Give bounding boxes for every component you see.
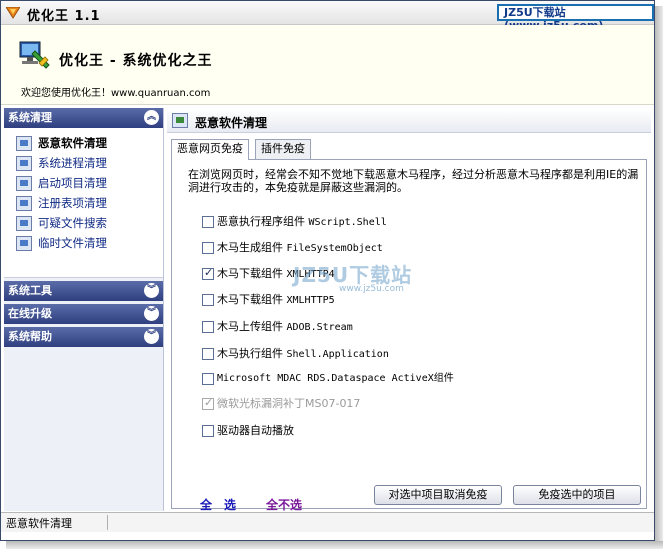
option-code: XMLHTTP5 [286, 295, 335, 306]
sidebar-section-label: 系统工具 [8, 284, 52, 297]
option-code: WScript.Shell [308, 217, 387, 228]
collapse-up-icon[interactable]: ︽ [144, 110, 159, 125]
expand-down-icon[interactable]: ︾ [144, 329, 159, 344]
sidebar-section-tools[interactable]: 系统工具 ︾ [4, 281, 163, 301]
sidebar-item-label: 临时文件清理 [38, 236, 107, 250]
sidebar-section-clean[interactable]: 系统清理 ︽ [4, 108, 163, 128]
app-window: 优化王 1.1 JZ5U下载站(www.jz5u.com) 优化王 - 系统优化… [0, 0, 655, 541]
sidebar-clean-items: 恶意软件清理 系统进程清理 启动项目清理 注册表项清理 可疑文件搜索 临时文件清… [4, 128, 163, 278]
option-label: 木马下载组件 [217, 267, 283, 280]
checkbox-checked-disabled [202, 396, 214, 410]
expand-down-icon[interactable]: ︾ [144, 283, 159, 298]
tab-plugin-immune[interactable]: 插件免疫 [255, 139, 311, 159]
select-all-link[interactable]: 全 选 [200, 496, 236, 513]
option-label: 微软光标漏洞补丁MS07-017 [217, 397, 361, 410]
option-code: FileSystemObject [286, 243, 383, 254]
checkbox[interactable] [202, 348, 214, 360]
sidebar-section-label: 系统帮助 [8, 330, 52, 343]
sidebar-item-startup-clean[interactable]: 启动项目清理 [16, 174, 163, 194]
tab-panel-web-immune: 在浏览网页时，经常会不知不觉地下载恶意木马程序，经过分析恶意木马程序都是利用IE… [171, 159, 647, 512]
checkbox[interactable] [202, 373, 214, 385]
overlay-watermark-url: www.jz5u.com [339, 284, 404, 294]
status-text: 恶意软件清理 [6, 517, 72, 530]
status-separator [107, 515, 108, 530]
sidebar-section-label: 系统清理 [8, 111, 52, 124]
select-none-link[interactable]: 全不选 [266, 496, 302, 513]
registry-clean-icon [16, 196, 32, 211]
expand-down-icon[interactable]: ︾ [144, 306, 159, 321]
main-content: 恶意软件清理 恶意网页免疫 插件免疫 在浏览网页时，经常会不知不觉地下载恶意木马… [167, 109, 651, 512]
option-label: 木马下载组件 [217, 293, 283, 306]
option-label: Microsoft MDAC RDS.Dataspace ActiveX组件 [217, 373, 454, 384]
temp-clean-icon [16, 236, 32, 251]
checkbox[interactable] [202, 294, 214, 306]
status-bar: 恶意软件清理 [1, 512, 654, 532]
app-header: 优化王 - 系统优化之王 欢迎您使用优化王！www.quanruan.com [1, 25, 654, 105]
title-bar[interactable]: 优化王 1.1 JZ5U下载站(www.jz5u.com) [1, 1, 654, 32]
process-clean-icon [16, 156, 32, 171]
option-label: 木马上传组件 [217, 320, 283, 333]
option-code: Shell.Application [286, 349, 389, 360]
app-small-logo-icon[interactable] [6, 7, 20, 19]
sidebar-item-process-clean[interactable]: 系统进程清理 [16, 154, 163, 174]
file-search-icon [16, 216, 32, 231]
window-shadow-right [655, 6, 663, 549]
option-label: 恶意执行程序组件 [217, 215, 305, 228]
option-label: 木马生成组件 [217, 241, 283, 254]
window-shadow-bottom [6, 541, 663, 549]
sidebar-item-temp-clean[interactable]: 临时文件清理 [16, 234, 163, 254]
checkbox[interactable] [202, 216, 214, 228]
window-title: 优化王 1.1 [27, 9, 101, 24]
sidebar-item-registry-clean[interactable]: 注册表项清理 [16, 194, 163, 214]
checkbox[interactable] [202, 321, 214, 333]
startup-clean-icon [16, 176, 32, 191]
sidebar-section-upgrade[interactable]: 在线升级 ︾ [4, 304, 163, 324]
sidebar-item-label: 系统进程清理 [38, 156, 107, 170]
malware-clean-icon [172, 113, 188, 128]
sidebar-section-help[interactable]: 系统帮助 ︾ [4, 327, 163, 347]
sidebar-item-label: 注册表项清理 [38, 196, 107, 210]
cancel-immune-button[interactable]: 对选中项目取消免疫 [374, 485, 502, 505]
checkbox[interactable] [202, 425, 214, 437]
immune-selected-button[interactable]: 免疫选中的项目 [513, 485, 641, 505]
sidebar: 系统清理 ︽ 恶意软件清理 系统进程清理 启动项目清理 注册表项清理 可疑文件搜… [4, 108, 164, 511]
page-title: 恶意软件清理 [195, 116, 268, 130]
content-header: 恶意软件清理 [167, 109, 651, 133]
site-watermark-badge: JZ5U下载站(www.jz5u.com) [497, 4, 654, 32]
checkbox[interactable] [202, 242, 214, 254]
app-logo-icon [19, 41, 50, 69]
sidebar-item-label: 恶意软件清理 [38, 136, 107, 150]
sidebar-item-malware-clean[interactable]: 恶意软件清理 [16, 134, 163, 154]
app-slogan-title: 优化王 - 系统优化之王 [59, 53, 213, 69]
welcome-text: 欢迎您使用优化王！www.quanruan.com [21, 88, 211, 99]
checkbox-checked[interactable] [202, 266, 214, 280]
sidebar-section-label: 在线升级 [8, 307, 52, 320]
tab-web-immune[interactable]: 恶意网页免疫 [171, 139, 249, 160]
option-code: ADOB.Stream [286, 322, 353, 333]
immune-description: 在浏览网页时，经常会不知不觉地下载恶意木马程序，经过分析恶意木马程序都是利用IE… [188, 168, 639, 194]
sidebar-item-label: 启动项目清理 [38, 176, 107, 190]
option-label: 木马执行组件 [217, 347, 283, 360]
malware-clean-icon [16, 136, 32, 151]
sidebar-item-label: 可疑文件搜索 [38, 216, 107, 230]
option-label: 驱动器自动播放 [217, 424, 294, 437]
sidebar-item-file-search[interactable]: 可疑文件搜索 [16, 214, 163, 234]
